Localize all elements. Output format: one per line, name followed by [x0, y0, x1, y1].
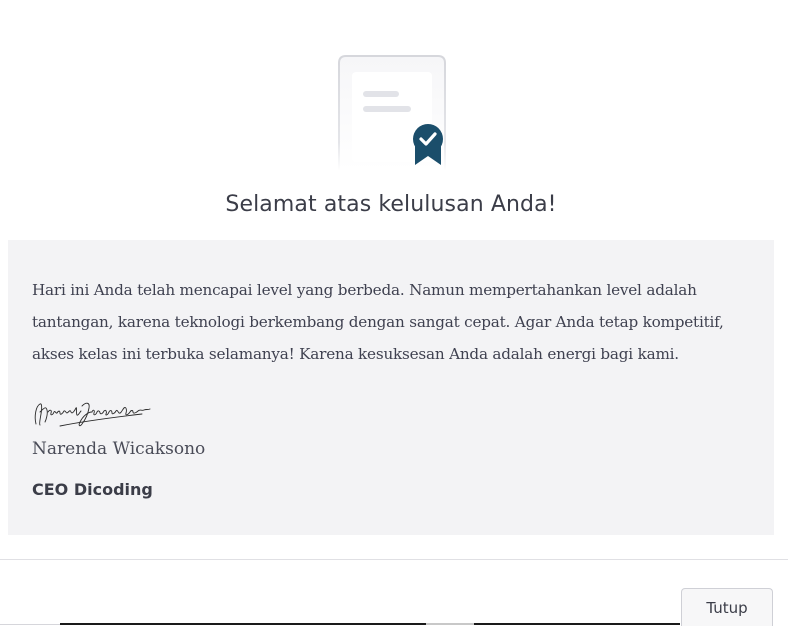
certificate-badge-icon — [338, 55, 446, 171]
congratulation-message: Hari ini Anda telah mencapai level yang … — [32, 281, 724, 363]
message-card: Hari ini Anda telah mencapai level yang … — [8, 240, 774, 535]
graduation-modal: Selamat atas kelulusan Anda! Hari ini An… — [0, 0, 788, 626]
signer-name: Narenda Wicaksono — [32, 439, 206, 459]
close-button[interactable]: Tutup — [681, 588, 773, 626]
footer-divider — [0, 559, 788, 560]
modal-title: Selamat atas kelulusan Anda! — [225, 192, 557, 217]
signer-role: CEO Dicoding — [32, 480, 153, 499]
bottom-edge-bar — [60, 623, 426, 625]
bottom-edge-bar — [474, 623, 680, 625]
bottom-edge-line — [0, 624, 60, 625]
bottom-edge-bar — [426, 623, 474, 625]
signature-image — [34, 402, 151, 427]
